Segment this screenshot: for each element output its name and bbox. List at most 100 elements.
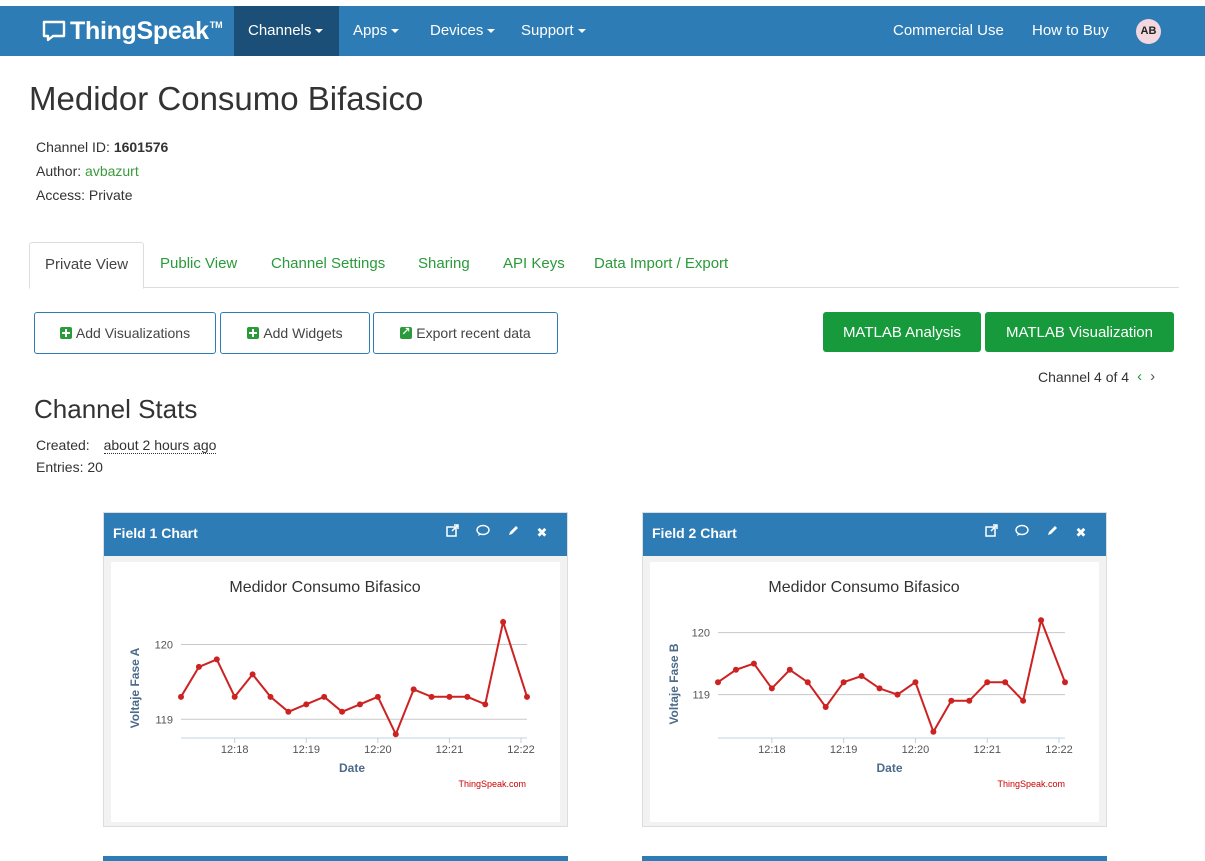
matlab-analysis-button[interactable]: MATLAB Analysis [823, 312, 981, 352]
plus-icon [59, 327, 72, 339]
chevron-right-icon[interactable]: › [1150, 368, 1155, 385]
nav-how-to-buy[interactable]: How to Buy [1018, 6, 1123, 56]
nav-apps-label: Apps [353, 22, 388, 39]
data-point [213, 656, 220, 663]
field-1-chart-panel: Field 1 Chart ✖ Medidor Consumo Bifasico… [103, 512, 568, 827]
nav-apps[interactable]: Apps [339, 6, 413, 56]
chevron-down-icon [315, 29, 324, 34]
entries-value: 20 [87, 459, 103, 475]
chevron-down-icon [487, 29, 496, 34]
y-tick-label: 120 [692, 628, 710, 640]
data-point [524, 693, 530, 700]
next-panel-header-edge [642, 856, 1107, 861]
channel-stats-title: Channel Stats [34, 394, 198, 424]
chevron-down-icon [577, 29, 586, 34]
top-navbar: ThingSpeak TM Channels Apps Devices Supp… [0, 6, 1205, 56]
x-tick-label: 12:22 [1045, 744, 1073, 756]
data-point [912, 679, 919, 686]
created-label: Created: [36, 437, 90, 453]
x-tick-label: 12:19 [830, 744, 858, 756]
data-point [267, 693, 274, 700]
data-point [876, 685, 883, 692]
y-tick-label: 119 [155, 714, 173, 726]
data-point [894, 691, 901, 698]
x-tick-label: 12:21 [436, 744, 464, 756]
x-tick-label: 12:20 [902, 744, 930, 756]
channel-id-value: 1601576 [113, 139, 169, 155]
series-line [717, 616, 1066, 735]
add-visualizations-button[interactable]: Add Visualizations [34, 312, 216, 354]
tab-api-keys[interactable]: API Keys [488, 242, 580, 288]
tab-channel-settings[interactable]: Channel Settings [256, 242, 400, 288]
data-point [1062, 679, 1068, 686]
chart-title: Medidor Consumo Bifasico [229, 579, 420, 596]
tab-data-import-export[interactable]: Data Import / Export [579, 242, 743, 288]
data-point [948, 697, 955, 704]
nav-channels[interactable]: Channels [234, 6, 339, 56]
panel-header: Field 1 Chart ✖ [104, 513, 567, 556]
x-axis-label: Date [876, 761, 902, 775]
nav-commercial-use[interactable]: Commercial Use [879, 6, 1018, 56]
channel-tabs: Private View Public View Channel Setting… [29, 242, 1179, 289]
data-point [715, 679, 721, 686]
field-1-line-chart: Medidor Consumo Bifasico 119 120 12:18 12:19… [128, 579, 535, 789]
panel-title: Field 1 Chart [113, 525, 198, 541]
data-point [930, 728, 937, 735]
chevron-left-icon[interactable]: ‹ [1137, 368, 1142, 385]
data-point [356, 701, 363, 708]
pencil-icon[interactable] [505, 524, 521, 542]
data-point [464, 693, 471, 700]
close-icon[interactable]: ✖ [534, 524, 550, 542]
pencil-icon[interactable] [1044, 524, 1060, 542]
data-point [840, 679, 847, 686]
data-point [339, 708, 346, 715]
matlab-visualization-button[interactable]: MATLAB Visualization [985, 312, 1174, 352]
brand-name: ThingSpeak [70, 16, 209, 45]
comment-icon[interactable] [1014, 524, 1030, 542]
comment-icon[interactable] [475, 524, 491, 542]
entries-label: Entries: [36, 459, 84, 475]
chart-title: Medidor Consumo Bifasico [768, 579, 959, 596]
close-icon[interactable]: ✖ [1073, 524, 1089, 542]
y-tick-label: 119 [692, 690, 710, 702]
tab-private-view[interactable]: Private View [29, 242, 145, 289]
data-point [428, 693, 435, 700]
nav-devices[interactable]: Devices [416, 6, 509, 56]
channel-id-line: Channel ID: 1601576 [36, 139, 168, 155]
data-point [482, 701, 489, 708]
data-point [1002, 679, 1009, 686]
series-line [180, 618, 528, 737]
export-recent-data-button[interactable]: Export recent data [373, 312, 558, 354]
pager-text: Channel 4 of 4 [1038, 368, 1130, 385]
entries-line: Entries: 20 [36, 459, 103, 475]
tab-public-view[interactable]: Public View [145, 242, 252, 288]
next-panel-header-edge [103, 856, 568, 861]
data-point [446, 693, 453, 700]
export-recent-data-label: Export recent data [416, 325, 531, 341]
external-link-icon[interactable] [983, 524, 999, 542]
tab-sharing[interactable]: Sharing [403, 242, 485, 288]
data-point [1038, 617, 1045, 624]
created-line: Created: about 2 hours ago [36, 437, 217, 454]
x-tick-label: 12:22 [507, 744, 535, 756]
data-point [984, 679, 991, 686]
nav-support[interactable]: Support [507, 6, 600, 56]
thingspeak-logo[interactable]: ThingSpeak TM [42, 16, 223, 46]
data-point [1020, 697, 1027, 704]
chart-area: Medidor Consumo Bifasico 119 120 12:18 12:19… [111, 562, 560, 822]
brand-trademark: TM [209, 20, 223, 30]
data-point [804, 679, 811, 686]
panel-title: Field 2 Chart [652, 525, 737, 541]
author-line: Author: avbazurt [36, 163, 139, 179]
add-visualizations-label: Add Visualizations [75, 325, 191, 341]
external-link-icon[interactable] [444, 524, 460, 542]
author-link[interactable]: avbazurt [85, 163, 139, 179]
data-point [732, 666, 739, 673]
add-widgets-button[interactable]: Add Widgets [220, 312, 370, 354]
user-avatar[interactable]: AB [1136, 19, 1161, 44]
data-point [321, 693, 328, 700]
data-point [392, 731, 399, 738]
y-axis-label: Voltaje Fase A [128, 647, 142, 728]
x-tick-label: 12:21 [973, 744, 1001, 756]
x-tick-label: 12:20 [364, 744, 392, 756]
